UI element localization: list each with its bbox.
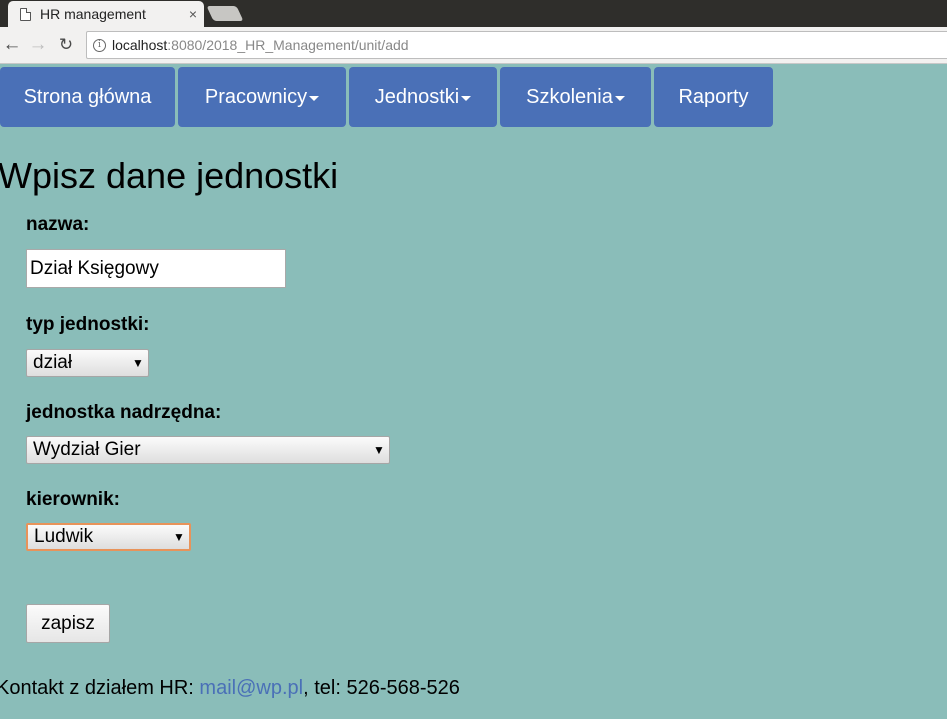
nav-item-employees[interactable]: Pracownicy	[178, 67, 346, 127]
nav-item-reports[interactable]: Raporty	[654, 67, 773, 127]
tab-close-icon[interactable]: ×	[182, 6, 204, 22]
browser-toolbar: ← → ↻ i localhost:8080/2018_HR_Managemen…	[0, 27, 947, 64]
dropdown-arrow-icon: ▼	[373, 443, 385, 457]
page-icon	[20, 7, 31, 21]
info-icon[interactable]: i	[93, 38, 106, 52]
parent-unit-label: jednostka nadrzędna:	[26, 402, 222, 423]
new-tab-button[interactable]	[206, 6, 244, 21]
nav-item-trainings[interactable]: Szkolenia	[500, 67, 651, 127]
name-label: nazwa:	[26, 214, 90, 235]
back-arrow-icon[interactable]: ←	[2, 35, 22, 55]
address-bar[interactable]: i localhost:8080/2018_HR_Management/unit…	[86, 31, 947, 59]
nav-item-label: Pracownicy	[204, 85, 308, 108]
footer-contact: Kontakt z działem HR: mail@wp.pl, tel: 5…	[0, 677, 460, 700]
unit-type-value: dział	[33, 352, 73, 373]
footer-phone: , tel: 526-568-526	[303, 677, 460, 699]
manager-label: kierownik:	[26, 489, 120, 510]
footer-prefix: Kontakt z działem HR:	[0, 677, 200, 699]
manager-value: Ludwik	[34, 526, 94, 547]
dropdown-arrow-icon: ▼	[132, 356, 144, 370]
parent-unit-select[interactable]: Wydział Gier ▼	[26, 436, 390, 464]
unit-type-label: typ jednostki:	[26, 314, 150, 335]
caret-down-icon	[614, 95, 625, 101]
reload-icon[interactable]: ↻	[56, 35, 76, 55]
nav-item-label: Raporty	[678, 85, 749, 108]
nav-item-label: Szkolenia	[526, 85, 613, 108]
browser-tab[interactable]: HR management ×	[8, 1, 204, 27]
unit-type-select[interactable]: dział ▼	[26, 349, 149, 377]
manager-select[interactable]: Ludwik ▼	[26, 523, 191, 551]
url-text: localhost:8080/2018_HR_Management/unit/a…	[112, 37, 409, 53]
caret-down-icon	[309, 95, 320, 101]
dropdown-arrow-icon: ▼	[173, 530, 185, 544]
parent-unit-value: Wydział Gier	[33, 439, 141, 460]
nav-item-units[interactable]: Jednostki	[349, 67, 497, 127]
main-navbar: Strona główna Pracownicy Jednostki Szkol…	[0, 67, 776, 127]
save-button[interactable]: zapisz	[26, 604, 110, 643]
caret-down-icon	[461, 95, 472, 101]
browser-tabstrip: HR management ×	[0, 0, 947, 27]
forward-arrow-icon[interactable]: →	[28, 35, 48, 55]
nav-item-label: Strona główna	[23, 85, 152, 108]
tab-title: HR management	[40, 6, 146, 22]
email-link[interactable]: mail@wp.pl	[199, 677, 303, 699]
page-title: Wpisz dane jednostki	[0, 155, 339, 196]
nav-item-home[interactable]: Strona główna	[0, 67, 175, 127]
name-input[interactable]	[26, 249, 286, 288]
nav-item-label: Jednostki	[374, 85, 460, 108]
